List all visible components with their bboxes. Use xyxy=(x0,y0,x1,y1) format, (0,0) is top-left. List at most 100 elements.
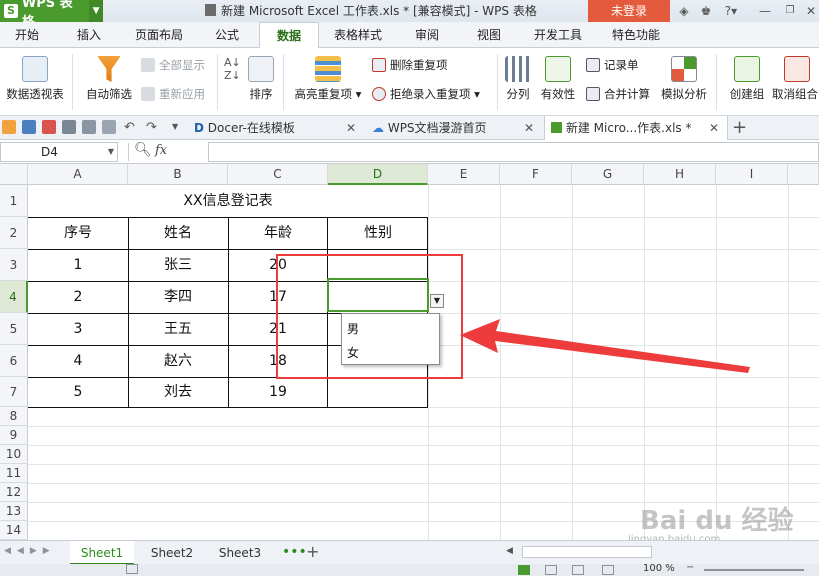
column-header[interactable]: D xyxy=(328,164,428,185)
tab-page-layout[interactable]: 页面布局 xyxy=(124,22,194,48)
highlight-duplicates-button[interactable]: 高亮重复项 ▾ xyxy=(292,56,364,102)
close-icon[interactable]: ✕ xyxy=(709,116,719,140)
chevron-down-icon[interactable]: ▼ xyxy=(89,0,104,22)
doc-tab-docer[interactable]: D Docer-在线模板 ✕ xyxy=(188,116,364,140)
zoom-level[interactable]: 100 % xyxy=(643,563,675,574)
table-cell[interactable]: 2 xyxy=(28,281,128,313)
row-header[interactable]: 10 xyxy=(0,445,28,464)
doc-tab-wps-home[interactable]: ☁ WPS文档漫游首页 ✕ xyxy=(366,116,542,140)
row-header[interactable]: 4 xyxy=(0,281,28,313)
save-icon[interactable] xyxy=(22,120,36,134)
create-group-button[interactable]: 创建组 xyxy=(726,56,768,102)
table-cell[interactable]: 张三 xyxy=(128,249,228,281)
header-cell[interactable]: 年龄 xyxy=(228,217,328,249)
column-header[interactable]: E xyxy=(428,164,500,185)
sheet-tab-3[interactable]: Sheet3 xyxy=(208,541,272,565)
row-header[interactable]: 8 xyxy=(0,407,28,426)
what-if-analysis-button[interactable]: 模拟分析 xyxy=(658,56,710,102)
export-pdf-icon[interactable] xyxy=(42,120,56,134)
table-cell[interactable]: 王五 xyxy=(128,313,228,345)
tab-formula[interactable]: 公式 xyxy=(200,22,254,48)
tab-data[interactable]: 数据 xyxy=(259,22,319,49)
row-header[interactable]: 13 xyxy=(0,502,28,521)
column-header[interactable]: H xyxy=(644,164,716,185)
formula-input[interactable] xyxy=(208,142,819,162)
login-button[interactable]: 未登录 xyxy=(588,0,670,22)
autofilter-button[interactable]: 自动筛选 xyxy=(82,56,136,102)
tab-home[interactable]: 开始 xyxy=(0,22,54,48)
column-header[interactable]: B xyxy=(128,164,228,185)
table-cell[interactable]: 19 xyxy=(228,377,328,407)
table-cell[interactable]: 4 xyxy=(28,345,128,377)
tab-developer[interactable]: 开发工具 xyxy=(522,22,594,48)
column-header[interactable]: I xyxy=(716,164,788,185)
column-header[interactable]: G xyxy=(572,164,644,185)
split-columns-button[interactable]: 分列 xyxy=(502,56,534,102)
normal-view-icon[interactable] xyxy=(518,565,530,575)
row-header[interactable]: 14 xyxy=(0,521,28,540)
table-cell[interactable]: 5 xyxy=(28,377,128,407)
table-cell[interactable]: 刘去 xyxy=(128,377,228,407)
row-header[interactable]: 2 xyxy=(0,217,28,249)
header-cell[interactable]: 序号 xyxy=(28,217,128,249)
header-cell[interactable]: 性别 xyxy=(328,217,428,249)
row-header[interactable]: 3 xyxy=(0,249,28,281)
row-header[interactable]: 5 xyxy=(0,313,28,345)
record-form-button[interactable]: 记录单 xyxy=(586,57,639,73)
page-layout-view-icon[interactable] xyxy=(545,565,557,575)
row-header[interactable]: 1 xyxy=(0,185,28,217)
skin-icon[interactable]: ◈ xyxy=(676,3,692,19)
reapply-button[interactable]: 重新应用 xyxy=(141,86,205,102)
print-icon[interactable] xyxy=(62,120,76,134)
table-cell[interactable]: 赵六 xyxy=(128,345,228,377)
restore-icon[interactable]: ❐ xyxy=(782,3,798,19)
sheet-nav-arrows-icon[interactable]: ◀◀▶▶ xyxy=(4,546,56,556)
tab-insert[interactable]: 插入 xyxy=(60,22,118,48)
table-cell[interactable]: 1 xyxy=(28,249,128,281)
close-icon[interactable]: ✕ xyxy=(346,116,356,140)
sheet-title[interactable]: XX信息登记表 xyxy=(28,185,428,217)
add-sheet-icon[interactable]: + xyxy=(306,542,319,561)
row-header[interactable]: 7 xyxy=(0,377,28,407)
horizontal-scrollbar[interactable] xyxy=(522,546,652,558)
more-sheets-icon[interactable]: ••• xyxy=(282,544,307,560)
row-header[interactable]: 12 xyxy=(0,483,28,502)
validity-button[interactable]: 有效性 xyxy=(538,56,578,102)
row-header[interactable]: 11 xyxy=(0,464,28,483)
fx-icon[interactable]: fx xyxy=(155,143,167,158)
tab-review[interactable]: 审阅 xyxy=(398,22,456,48)
name-box[interactable]: D4 ▼ xyxy=(0,142,118,162)
chevron-down-icon[interactable]: ▼ xyxy=(108,143,114,161)
tab-view[interactable]: 视图 xyxy=(462,22,516,48)
ungroup-button[interactable]: 取消组合 xyxy=(772,56,819,102)
app-menu-button[interactable]: S WPS 表格 ▼ xyxy=(0,0,104,30)
zoom-out-icon[interactable]: − xyxy=(686,562,694,573)
open-folder-icon[interactable] xyxy=(2,120,16,134)
row-header[interactable]: 9 xyxy=(0,426,28,445)
sheet-tab-1[interactable]: Sheet1 xyxy=(70,541,134,565)
minimize-icon[interactable]: — xyxy=(757,3,773,19)
consolidate-button[interactable]: 合并计算 xyxy=(586,86,650,102)
reject-duplicates-button[interactable]: 拒绝录入重复项 ▾ xyxy=(372,86,480,102)
print-preview-icon[interactable] xyxy=(82,120,96,134)
close-icon[interactable]: ✕ xyxy=(524,116,534,140)
row-header[interactable]: 6 xyxy=(0,345,28,377)
magnifier-icon[interactable]: 🔍︎ xyxy=(134,142,152,158)
sheet-tab-2[interactable]: Sheet2 xyxy=(140,541,204,565)
tab-special[interactable]: 特色功能 xyxy=(600,22,672,48)
shirt-icon[interactable]: ♚ xyxy=(698,3,714,19)
new-tab-icon[interactable]: + xyxy=(732,117,747,138)
column-header[interactable] xyxy=(788,164,819,185)
show-all-button[interactable]: 全部显示 xyxy=(141,57,205,73)
select-all-corner[interactable] xyxy=(0,164,28,185)
table-cell[interactable]: 李四 xyxy=(128,281,228,313)
sort-asc-icon[interactable]: A↓ Z↓ xyxy=(224,56,241,82)
undo-icon[interactable]: ↶ xyxy=(124,120,135,135)
scroll-left-icon[interactable]: ◀ xyxy=(506,546,513,556)
help-icon[interactable]: ?▾ xyxy=(720,3,742,19)
zoom-slider[interactable] xyxy=(704,569,804,571)
table-cell[interactable]: 3 xyxy=(28,313,128,345)
pivot-table-button[interactable]: 数据透视表 xyxy=(2,56,68,102)
reading-view-icon[interactable] xyxy=(602,565,614,575)
column-header[interactable]: C xyxy=(228,164,328,185)
